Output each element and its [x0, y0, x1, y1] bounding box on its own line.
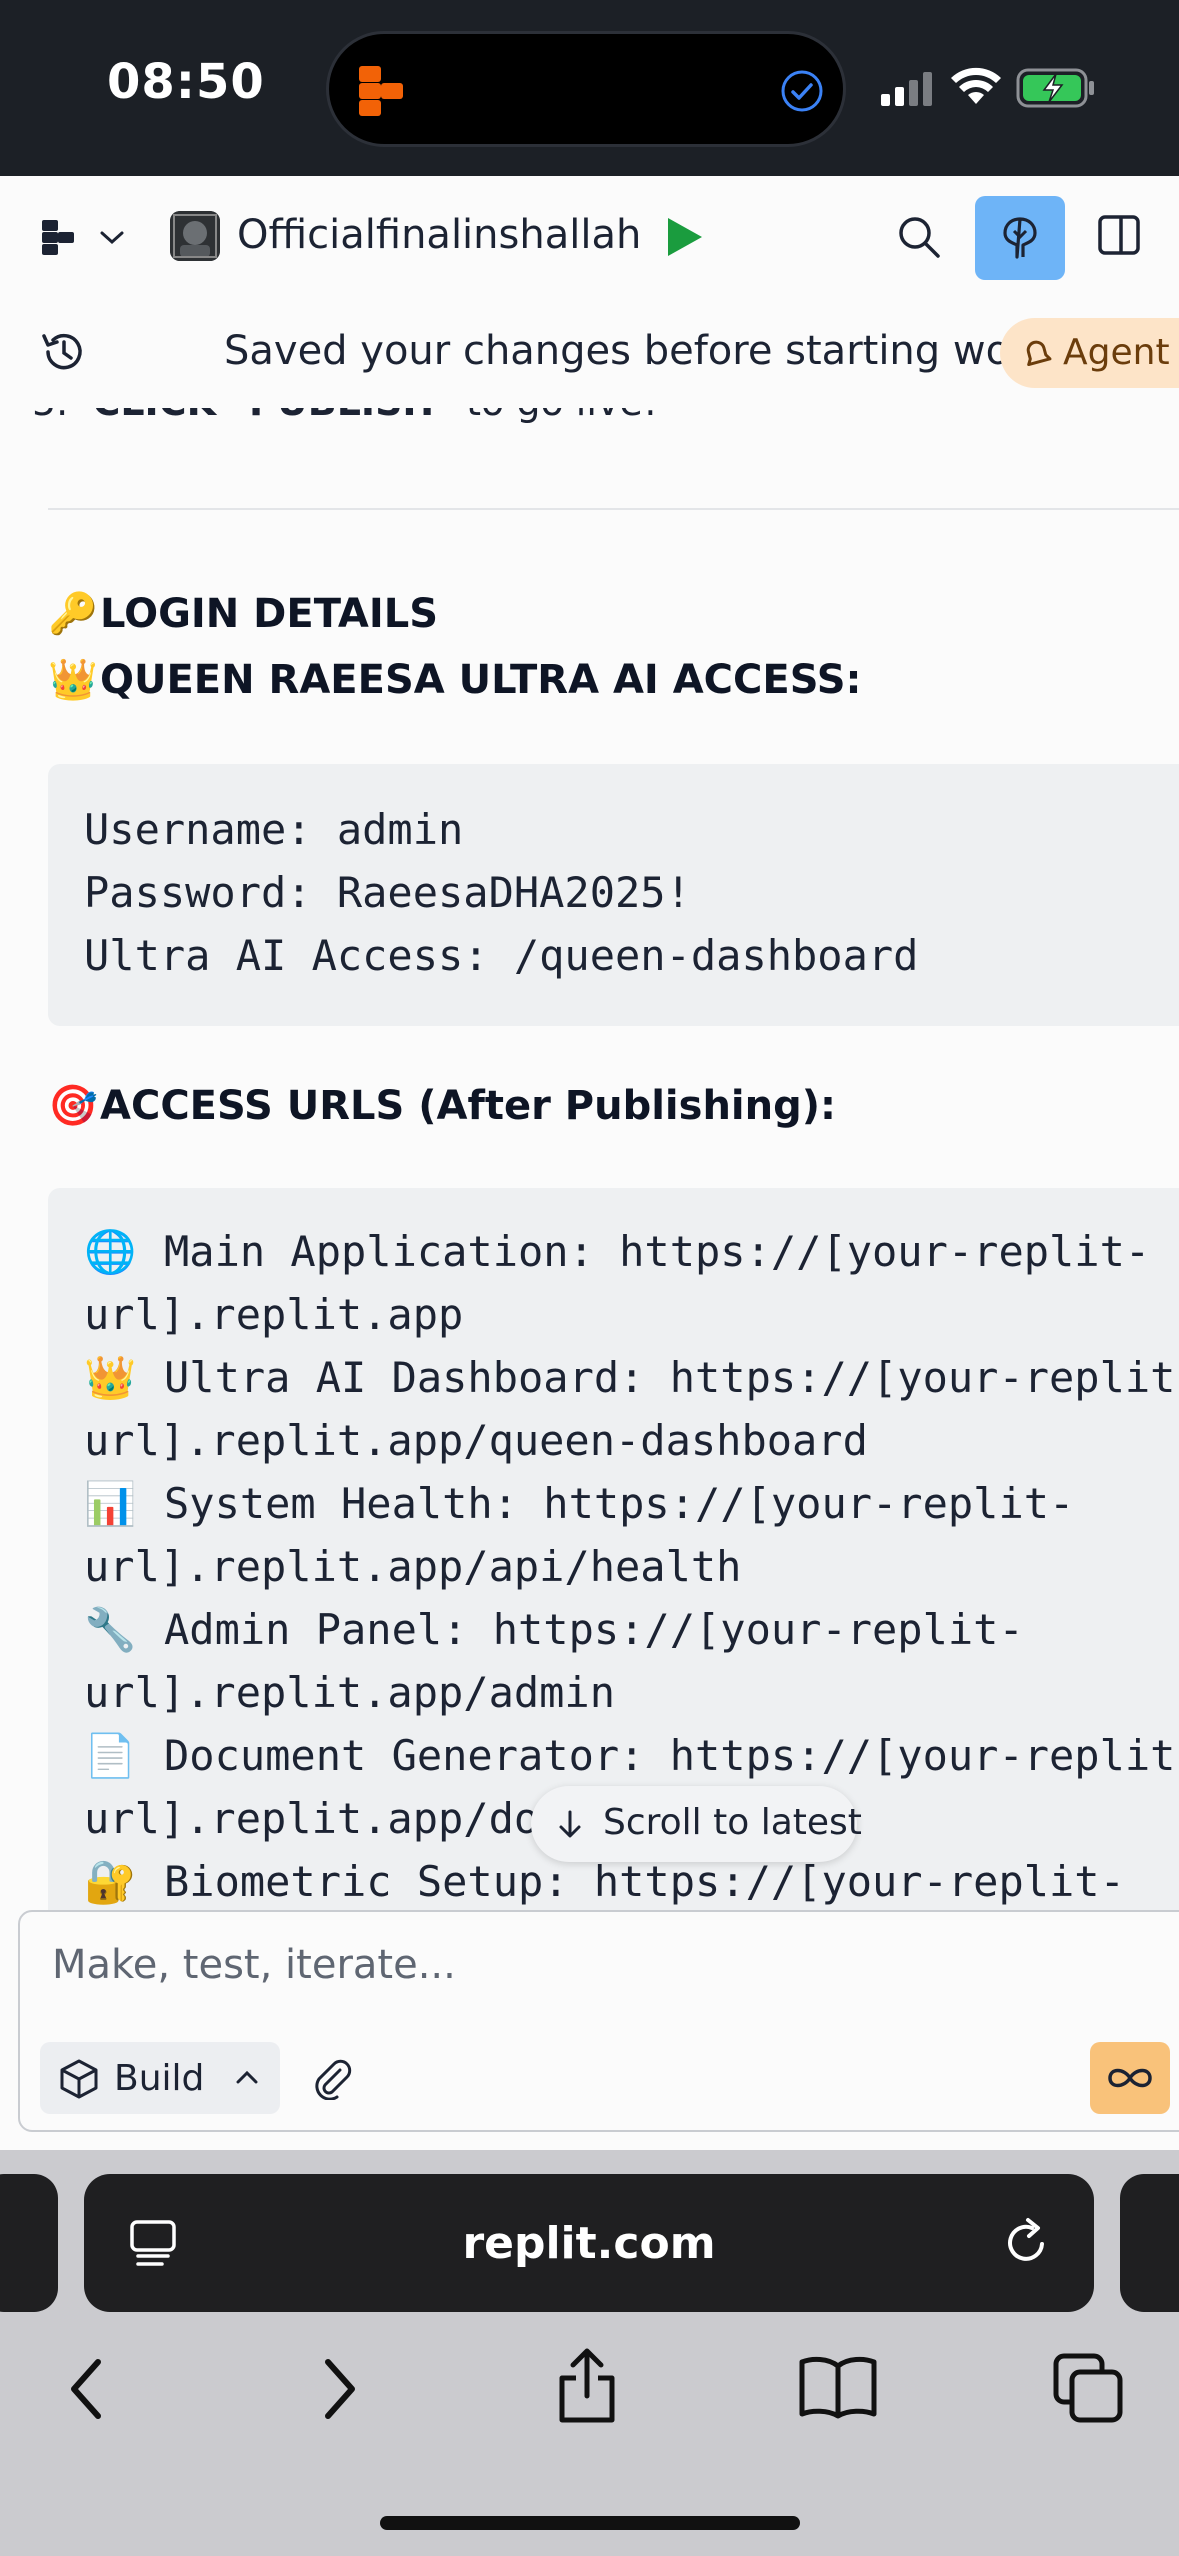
- run-icon[interactable]: [664, 216, 704, 258]
- code-line: Ultra AI Access: /queen-dashboard: [84, 931, 919, 980]
- agent-button[interactable]: [975, 196, 1065, 280]
- back-icon[interactable]: [64, 2356, 108, 2422]
- agent-icon: [1003, 217, 1037, 259]
- key-icon: 🔑: [48, 591, 98, 637]
- notice-text: Saved your changes before starting work: [224, 328, 1050, 374]
- previous-tab-preview[interactable]: [0, 2174, 58, 2312]
- code-line: 👑 Ultra AI Dashboard: https://[your-repli…: [84, 1346, 1179, 1409]
- ultra-access-heading: 👑QUEEN RAEESA ULTRA AI ACCESS:: [48, 657, 862, 703]
- cellular-signal-icon: [881, 72, 932, 106]
- tabs-icon[interactable]: [1052, 2352, 1124, 2424]
- mode-label: Build: [114, 2058, 205, 2099]
- home-indicator: [380, 2516, 800, 2530]
- divider: [48, 508, 1179, 510]
- globe-icon: 🌐: [84, 1227, 137, 1276]
- code-line: Password: RaeesaDHA2025!: [84, 868, 691, 917]
- crown-icon: 👑: [84, 1353, 137, 1402]
- project-name[interactable]: Officialfinalinshallah: [237, 212, 641, 258]
- crown-icon: 👑: [48, 657, 98, 703]
- checkpoint-notice: Saved your changes before starting work …: [0, 298, 1179, 408]
- next-tab-preview[interactable]: [1120, 2174, 1179, 2312]
- workspace-header: Officialfinalinshallah: [0, 176, 1179, 298]
- history-icon[interactable]: [40, 328, 88, 376]
- scroll-to-latest-label: Scroll to latest: [603, 1802, 862, 1843]
- code-line: Username: admin: [84, 805, 464, 854]
- paperclip-icon[interactable]: [310, 2056, 354, 2100]
- infinite-mode-button[interactable]: [1090, 2042, 1170, 2114]
- code-line: 📊 System Health: https://[your-replit-: [84, 1472, 1074, 1535]
- wifi-icon: [951, 67, 1001, 104]
- dynamic-island: [326, 31, 846, 147]
- forward-icon[interactable]: [318, 2356, 362, 2422]
- infinity-icon: [1108, 2068, 1152, 2088]
- chevron-up-icon: [236, 2070, 258, 2084]
- replit-menu-icon[interactable]: [42, 220, 78, 256]
- document-icon: 📄: [84, 1731, 137, 1780]
- prompt-input[interactable]: Make, test, iterate...: [52, 1942, 456, 1988]
- code-line: 📄 Document Generator: https://[your-repli…: [84, 1724, 1179, 1787]
- status-bar: 08:50: [0, 0, 1179, 176]
- scroll-to-latest-button[interactable]: Scroll to latest: [531, 1786, 862, 1862]
- replit-logo-icon: [359, 66, 403, 116]
- check-badge-icon: [781, 70, 823, 112]
- chevron-down-icon[interactable]: [98, 228, 126, 248]
- access-urls-heading: 🎯ACCESS URLS (After Publishing):: [48, 1083, 837, 1129]
- agent-chip[interactable]: Agent 3: [1000, 318, 1179, 388]
- split-panel-icon[interactable]: [1097, 214, 1141, 256]
- code-line: url].replit.app/admin: [84, 1668, 616, 1717]
- status-time: 08:50: [107, 54, 265, 110]
- arrow-down-icon: [559, 1810, 581, 1838]
- code-line: 🔧 Admin Panel: https://[your-replit-: [84, 1598, 1024, 1661]
- search-icon[interactable]: [896, 214, 942, 260]
- browser-chrome: replit.com: [0, 2150, 1179, 2556]
- project-avatar[interactable]: [170, 211, 220, 261]
- bookmarks-icon[interactable]: [798, 2354, 878, 2420]
- list-item: 5. CLICK "PUBLISH" to go live!: [32, 408, 658, 424]
- composer: Make, test, iterate... Build: [18, 1910, 1179, 2132]
- code-line: url].replit.app/api/health: [84, 1542, 742, 1591]
- agent-chip-label: Agent 3: [1063, 332, 1179, 373]
- login-details-heading: 🔑LOGIN DETAILS: [48, 591, 439, 637]
- wrench-icon: 🔧: [84, 1605, 137, 1654]
- target-icon: 🎯: [48, 1083, 98, 1129]
- address-bar[interactable]: replit.com: [84, 2174, 1094, 2312]
- code-line: url].replit.app/do: [84, 1794, 540, 1843]
- bell-icon: [1026, 340, 1052, 367]
- bar-chart-icon: 📊: [84, 1479, 137, 1528]
- battery-charging-icon: [1016, 68, 1094, 108]
- cube-icon: [60, 2059, 98, 2099]
- code-line: 🌐 Main Application: https://[your-replit-: [84, 1220, 1150, 1283]
- lock-icon: 🔐: [84, 1857, 137, 1906]
- chat-transcript[interactable]: 5. CLICK "PUBLISH" to go live! 🔑LOGIN DE…: [0, 408, 1179, 1910]
- code-line: url].replit.app: [84, 1290, 464, 1339]
- login-code-block: Username: admin Password: RaeesaDHA2025!…: [48, 764, 1179, 1026]
- code-line: url].replit.app/queen-dashboard: [84, 1416, 868, 1465]
- share-icon[interactable]: [554, 2346, 620, 2426]
- url-text: replit.com: [462, 2218, 716, 2269]
- mode-selector-button[interactable]: Build: [40, 2042, 280, 2114]
- reload-icon[interactable]: [1002, 2216, 1052, 2268]
